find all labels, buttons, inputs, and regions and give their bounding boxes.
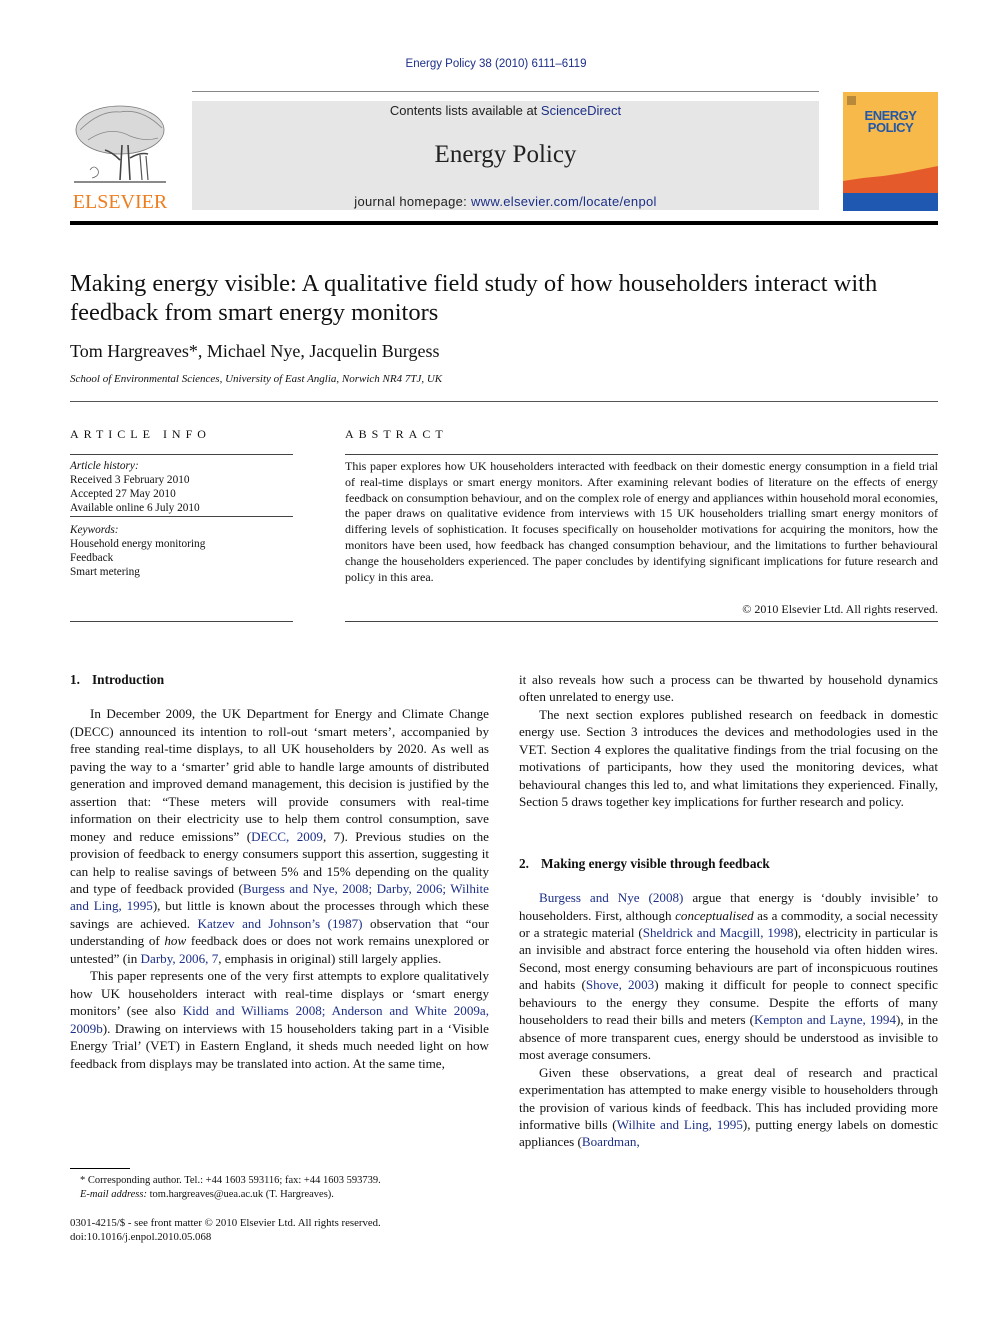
keywords-block: Keywords: Household energy monitoring Fe…	[70, 523, 293, 579]
doi-line[interactable]: doi:10.1016/j.enpol.2010.05.068	[70, 1230, 490, 1244]
emphasis-text: conceptualised	[675, 907, 754, 923]
journal-citation[interactable]: Energy Policy 38 (2010) 6111–6119	[0, 58, 992, 70]
title-divider	[70, 401, 938, 402]
history-label: Article history:	[70, 460, 139, 472]
citation-link[interactable]: Kempton and Layne, 1994	[754, 1012, 896, 1027]
citation-link[interactable]: Wilhite and Ling, 1995	[617, 1117, 743, 1132]
abstract-heading: ABSTRACT	[345, 427, 448, 441]
paragraph: it also reveals how such a process can b…	[519, 672, 938, 705]
paragraph: This paper represents one of the very fi…	[70, 967, 489, 1072]
section-number: 1.	[70, 672, 80, 687]
article-title: Making energy visible: A qualitative fie…	[70, 270, 878, 326]
journal-name: Energy Policy	[434, 141, 577, 168]
text-run: , emphasis in original) still largely ap…	[218, 950, 442, 966]
citation-link[interactable]: Darby, 2006, 7	[141, 951, 219, 966]
cover-emblem-icon	[847, 96, 856, 105]
citation-link[interactable]: Sheldrick and Macgill, 1998	[643, 925, 794, 940]
section-title: Introduction	[92, 672, 165, 687]
citation-link[interactable]: Boardman,	[582, 1134, 640, 1149]
history-divider	[70, 516, 293, 517]
abstract-bottom-divider	[345, 621, 938, 622]
text-run: ). Drawing on interviews with 15 househo…	[70, 1020, 489, 1071]
journal-banner: Contents lists available at ScienceDirec…	[192, 101, 819, 210]
header-divider	[192, 91, 819, 92]
corresponding-author-note: * Corresponding author. Tel.: +44 1603 5…	[80, 1175, 381, 1186]
keyword: Smart metering	[70, 566, 140, 578]
cover-graph-icon	[843, 166, 938, 211]
email-address[interactable]: tom.hargreaves@uea.ac.uk (T. Hargreaves)…	[147, 1189, 334, 1200]
paragraph: Burgess and Nye (2008) argue that energy…	[519, 889, 938, 1064]
citation-link[interactable]: Burgess and Nye (2008)	[539, 890, 683, 905]
paragraph: The next section explores published rese…	[519, 706, 938, 810]
homepage-prefix: journal homepage:	[354, 194, 471, 209]
text-run: In December 2009, the UK Department for …	[70, 706, 489, 844]
keyword: Household energy monitoring	[70, 538, 206, 550]
abstract-copyright: © 2010 Elsevier Ltd. All rights reserved…	[742, 602, 938, 616]
body-column-left: 1. Introduction In December 2009, the UK …	[70, 671, 489, 1072]
section-heading-feedback: 2. Making energy visible through feedback	[519, 855, 938, 872]
issn-line: 0301-4215/$ - see front matter © 2010 El…	[70, 1217, 381, 1229]
citation-link[interactable]: DECC, 2009	[251, 829, 323, 844]
header-thick-rule	[70, 221, 938, 225]
article-info-divider	[70, 454, 293, 455]
author-affiliation: School of Environmental Sciences, Univer…	[70, 373, 443, 385]
section-title: Making energy visible through feedback	[541, 855, 770, 871]
keyword: Feedback	[70, 552, 114, 564]
contents-availability: Contents lists available at ScienceDirec…	[192, 103, 819, 118]
homepage-link[interactable]: www.elsevier.com/locate/enpol	[471, 194, 657, 209]
citation-link[interactable]: Shove, 2003	[586, 977, 654, 992]
article-authors: Tom Hargreaves*, Michael Nye, Jacquelin …	[70, 341, 440, 361]
paragraph: In December 2009, the UK Department for …	[70, 705, 489, 967]
article-info-heading: ARTICLE INFO	[70, 427, 211, 441]
journal-cover-thumbnail[interactable]: ENERGY POLICY	[843, 92, 938, 211]
keywords-divider	[70, 621, 293, 622]
email-note: E-mail address: tom.hargreaves@uea.ac.uk…	[70, 1188, 490, 1202]
footnote-divider	[70, 1168, 130, 1169]
emphasis-text: how	[164, 933, 187, 949]
article-history: Article history: Received 3 February 201…	[70, 459, 293, 515]
abstract-text: This paper explores how UK householders …	[345, 459, 938, 584]
received-date: Received 3 February 2010	[70, 474, 190, 486]
citation-link[interactable]: Katzev and Johnson’s (1987)	[198, 916, 363, 931]
body-column-right: it also reveals how such a process can b…	[519, 671, 938, 1151]
elsevier-wordmark: ELSEVIER	[72, 191, 168, 213]
section-number: 2.	[519, 855, 529, 871]
elsevier-tree-icon	[74, 105, 166, 183]
cover-title: ENERGY POLICY	[843, 109, 938, 135]
section-heading-introduction: 1. Introduction	[70, 671, 489, 688]
paragraph: Given these observations, a great deal o…	[519, 1064, 938, 1151]
elsevier-logo[interactable]: ELSEVIER	[70, 100, 170, 212]
accepted-date: Accepted 27 May 2010	[70, 488, 176, 500]
journal-homepage: journal homepage: www.elsevier.com/locat…	[192, 194, 819, 209]
email-label: E-mail address:	[80, 1189, 147, 1200]
cover-title-line2: POLICY	[867, 120, 914, 135]
abstract-divider	[345, 454, 938, 455]
front-matter: 0301-4215/$ - see front matter © 2010 El…	[70, 1216, 490, 1244]
footnote: * Corresponding author. Tel.: +44 1603 5…	[70, 1174, 490, 1202]
keywords-label: Keywords:	[70, 524, 119, 536]
contents-prefix: Contents lists available at	[389, 103, 541, 118]
sciencedirect-link[interactable]: ScienceDirect	[541, 103, 621, 118]
online-date: Available online 6 July 2010	[70, 502, 200, 514]
